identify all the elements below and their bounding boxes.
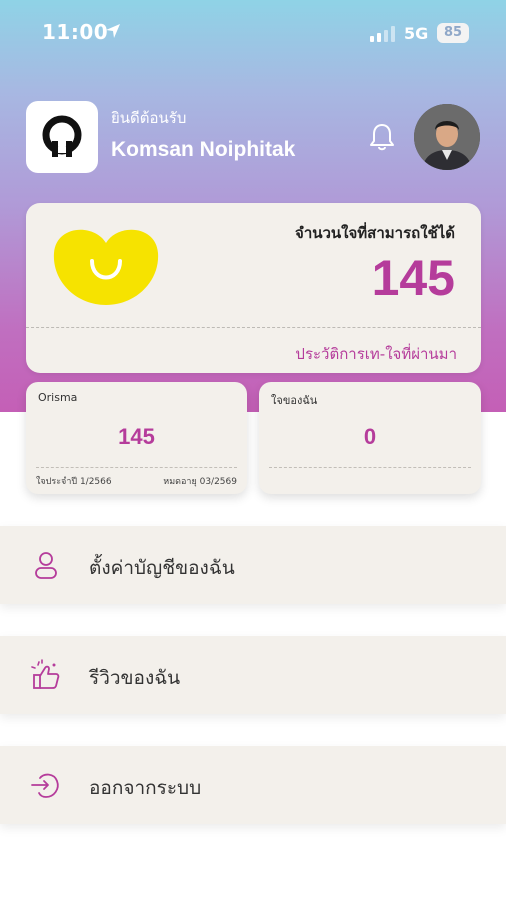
divider [269,467,471,468]
card-value: 0 [363,424,377,449]
heart-smile-icon [53,229,159,305]
status-bar: 11:00 5G 85 [0,0,506,62]
logout-icon [31,773,59,798]
logo-icon [42,115,82,157]
divider [36,467,237,468]
user-icon [35,552,57,579]
points-label: จำนวนใจที่สามารถใช้ได้ [295,224,455,242]
menu-item-my-reviews[interactable]: รีวิวของฉัน [0,636,506,714]
card-label: ใจของฉัน [271,394,318,407]
location-arrow-icon [106,24,120,38]
my-hearts-card[interactable]: ใจของฉัน 0 [259,382,481,494]
orisma-card[interactable]: Orisma 145 ใจประจำปี 1/2566 หมดอายุ 03/2… [26,382,247,494]
divider [26,327,481,328]
history-link[interactable]: ประวัติการเท-ใจที่ผ่านมา [295,342,457,366]
menu-item-account-settings[interactable]: ตั้งค่าบัญชีของฉัน [0,526,506,604]
greeting-text: ยินดีต้อนรับ [111,109,187,127]
app-logo [26,101,98,173]
card-expiry: หมดอายุ 03/2569 [163,477,237,487]
card-period: ใจประจำปี 1/2566 [36,477,112,487]
points-value: 145 [371,250,455,306]
menu-label: ตั้งค่าบัญชีของฉัน [89,557,235,579]
card-value: 145 [118,424,155,449]
menu-label: ออกจากระบบ [89,777,202,799]
signal-icon [370,26,395,42]
status-time: 11:00 [42,20,109,44]
avatar-photo [414,104,480,170]
network-type: 5G [404,24,429,43]
menu-item-logout[interactable]: ออกจากระบบ [0,746,506,824]
avatar[interactable] [414,104,480,170]
menu-label: รีวิวของฉัน [89,667,181,689]
points-card: จำนวนใจที่สามารถใช้ได้ 145 ประวัติการเท-… [26,203,481,373]
bell-icon[interactable] [368,122,396,152]
thumbs-up-icon [31,659,60,689]
user-name: Komsan Noiphitak [111,138,296,161]
card-label: Orisma [38,391,78,404]
battery-icon: 85 [437,23,469,43]
